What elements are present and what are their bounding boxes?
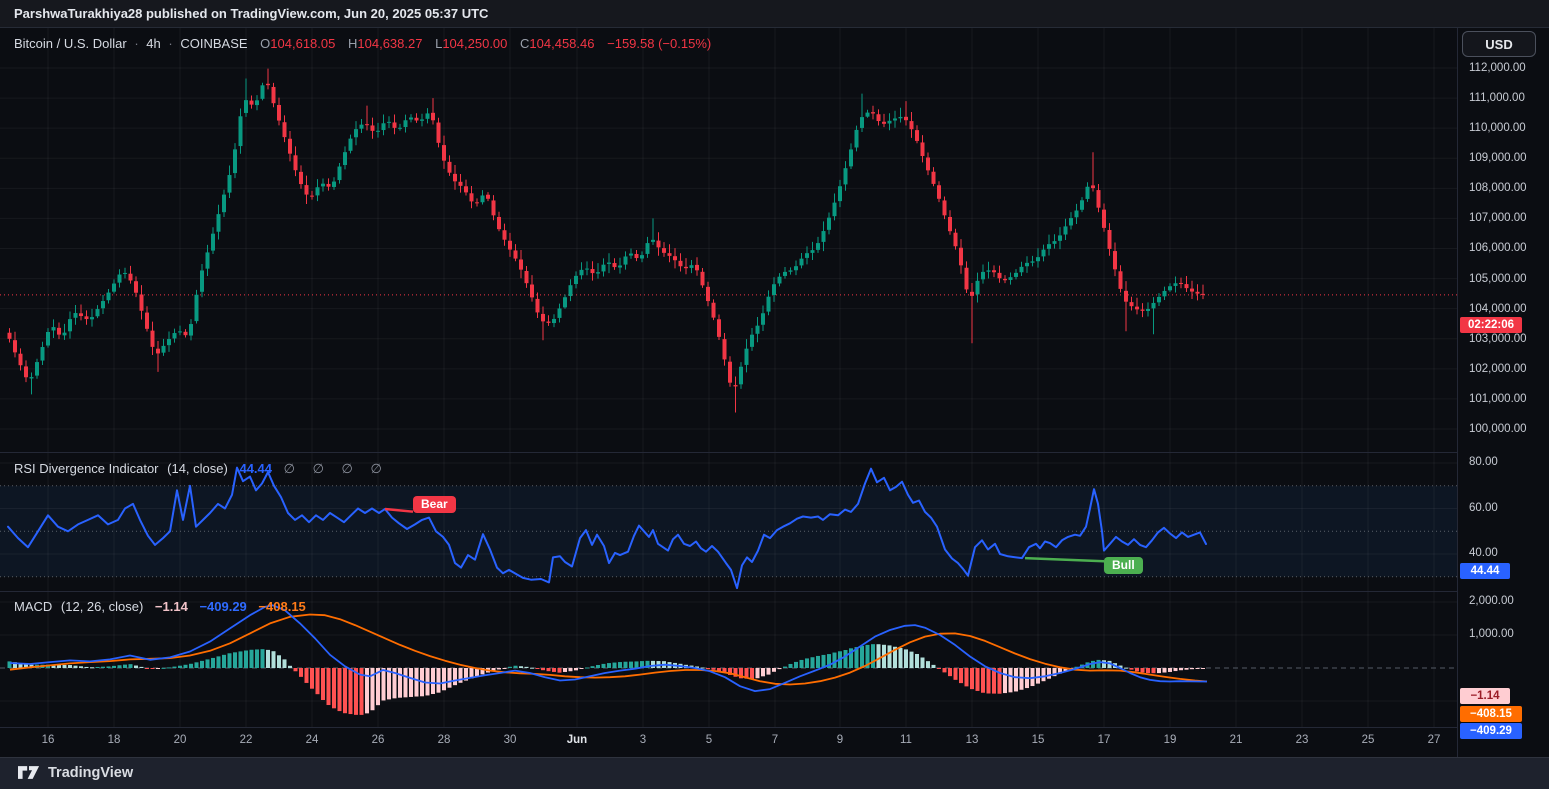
- price-axis-label: 107,000.00: [1469, 210, 1527, 226]
- rsi-axis-label: 40.00: [1469, 545, 1498, 561]
- price-axis-label: 111,000.00: [1469, 90, 1525, 106]
- legend-separator: ·: [134, 36, 138, 51]
- time-axis-label: 16: [28, 734, 68, 746]
- rsi-title: RSI Divergence Indicator: [14, 461, 159, 476]
- time-axis-label: 19: [1150, 734, 1190, 746]
- ohlc-close-value: 104,458.46: [529, 36, 594, 51]
- symbol-exchange: COINBASE: [180, 36, 247, 51]
- publish-info-text: ParshwaTurakhiya28 published on TradingV…: [14, 6, 488, 21]
- macd-params: (12, 26, close): [61, 599, 143, 614]
- bear-divergence-label: Bear: [413, 496, 456, 513]
- macd-legend: MACD (12, 26, close) −1.14 −409.29 −408.…: [14, 599, 306, 614]
- time-axis-label: 30: [490, 734, 530, 746]
- publish-info-bar: ParshwaTurakhiya28 published on TradingV…: [0, 0, 1549, 28]
- time-axis-label: 23: [1282, 734, 1322, 746]
- macd-line: [10, 605, 1207, 691]
- macd-signal-badge: −408.15: [1460, 706, 1522, 722]
- symbol-title: Bitcoin / U.S. Dollar: [14, 36, 127, 51]
- rsi-legend: RSI Divergence Indicator (14, close) 44.…: [14, 461, 389, 477]
- brand-bar: TradingView: [0, 757, 1549, 789]
- time-axis-label: 3: [623, 734, 663, 746]
- macd-hist-value: −1.14: [155, 599, 188, 614]
- macd-title: MACD: [14, 599, 52, 614]
- rsi-value-badge: 44.44: [1460, 563, 1510, 579]
- time-axis-label: 24: [292, 734, 332, 746]
- time-axis-label: 17: [1084, 734, 1124, 746]
- time-axis-label: 28: [424, 734, 464, 746]
- time-axis-label: 27: [1414, 734, 1454, 746]
- price-axis-label: 105,000.00: [1469, 271, 1527, 287]
- time-axis-label: 15: [1018, 734, 1058, 746]
- ohlc-low-value: 104,250.00: [442, 36, 507, 51]
- price-axis-label: 109,000.00: [1469, 150, 1527, 166]
- macd-axis-label: 1,000.00: [1469, 626, 1514, 642]
- rsi-current-value: 44.44: [239, 461, 272, 476]
- tradingview-logo-icon: [18, 764, 40, 781]
- price-pane[interactable]: [0, 28, 1457, 452]
- price-axis-label: 108,000.00: [1469, 180, 1527, 196]
- time-axis-label: 18: [94, 734, 134, 746]
- price-axis-label: 110,000.00: [1469, 120, 1526, 136]
- macd-signal-value: −408.15: [258, 599, 305, 614]
- time-axis-label: 5: [689, 734, 729, 746]
- bull-divergence-label: Bull: [1104, 557, 1143, 574]
- currency-toggle-button[interactable]: USD: [1462, 31, 1536, 57]
- tradingview-logo-text: TradingView: [48, 765, 133, 781]
- rsi-divergence-flags: ∅ ∅ ∅ ∅: [284, 461, 389, 476]
- ohlc-open-value: 104,618.05: [270, 36, 335, 51]
- time-axis-label-month: Jun: [557, 734, 597, 746]
- macd-histogram: [8, 644, 1206, 715]
- macd-axis-label: 2,000.00: [1469, 593, 1514, 609]
- macd-hist-badge: −1.14: [1460, 688, 1510, 704]
- symbol-interval: 4h: [146, 36, 160, 51]
- legend-separator: ·: [168, 36, 172, 51]
- time-axis-label: 22: [226, 734, 266, 746]
- rsi-axis-label: 60.00: [1469, 500, 1498, 516]
- price-grid: [0, 28, 1457, 452]
- tradingview-logo-link[interactable]: TradingView: [18, 764, 133, 781]
- bar-countdown-badge: 02:22:06: [1460, 317, 1522, 333]
- time-axis-label: 25: [1348, 734, 1388, 746]
- time-axis-label: 13: [952, 734, 992, 746]
- ohlc-close-key: C: [520, 36, 529, 51]
- macd-line-badge: −409.29: [1460, 723, 1522, 739]
- macd-line-value: −409.29: [199, 599, 246, 614]
- symbol-legend: Bitcoin / U.S. Dollar · 4h · COINBASE O1…: [14, 36, 711, 51]
- price-axis-label: 103,000.00: [1469, 331, 1527, 347]
- time-axis[interactable]: 16 18 20 22 24 26 28 30 Jun 3 5 7 9 11 13 15 17 19 21 23 25 2…: [0, 727, 1457, 757]
- tradingview-published-chart: ParshwaTurakhiya28 published on TradingV…: [0, 0, 1549, 789]
- right-price-axis[interactable]: 112,000.00 111,000.00 110,000.00 109,000.00…: [1457, 28, 1549, 757]
- time-axis-label: 20: [160, 734, 200, 746]
- time-axis-label: 21: [1216, 734, 1256, 746]
- price-change: −159.58 (−0.15%): [607, 36, 711, 51]
- ohlc-open-key: O: [260, 36, 270, 51]
- time-axis-label: 7: [755, 734, 795, 746]
- price-axis-label: 106,000.00: [1469, 240, 1527, 256]
- rsi-axis-label: 80.00: [1469, 454, 1498, 470]
- price-axis-label: 102,000.00: [1469, 361, 1527, 377]
- ohlc-high-key: H: [348, 36, 357, 51]
- rsi-params: (14, close): [167, 461, 228, 476]
- ohlc-high-value: 104,638.27: [357, 36, 422, 51]
- time-axis-label: 26: [358, 734, 398, 746]
- time-axis-label: 9: [820, 734, 860, 746]
- price-axis-label: 101,000.00: [1469, 391, 1527, 407]
- time-axis-label: 11: [886, 734, 926, 746]
- price-axis-label: 104,000.00: [1469, 301, 1527, 317]
- price-axis-label: 112,000.00: [1469, 60, 1526, 76]
- candles-layer: [8, 69, 1206, 413]
- price-axis-label: 100,000.00: [1469, 421, 1527, 437]
